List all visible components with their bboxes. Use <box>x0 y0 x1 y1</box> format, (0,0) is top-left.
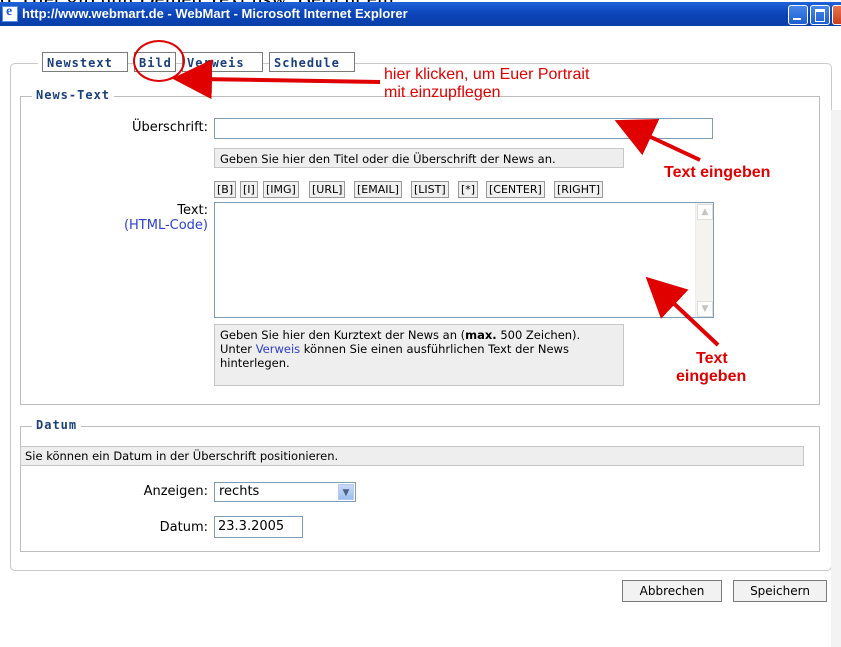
annotation-arrows <box>172 59 720 347</box>
text-arrow <box>645 276 720 347</box>
bild-arrow <box>172 59 381 100</box>
heading-arrow <box>614 118 701 162</box>
